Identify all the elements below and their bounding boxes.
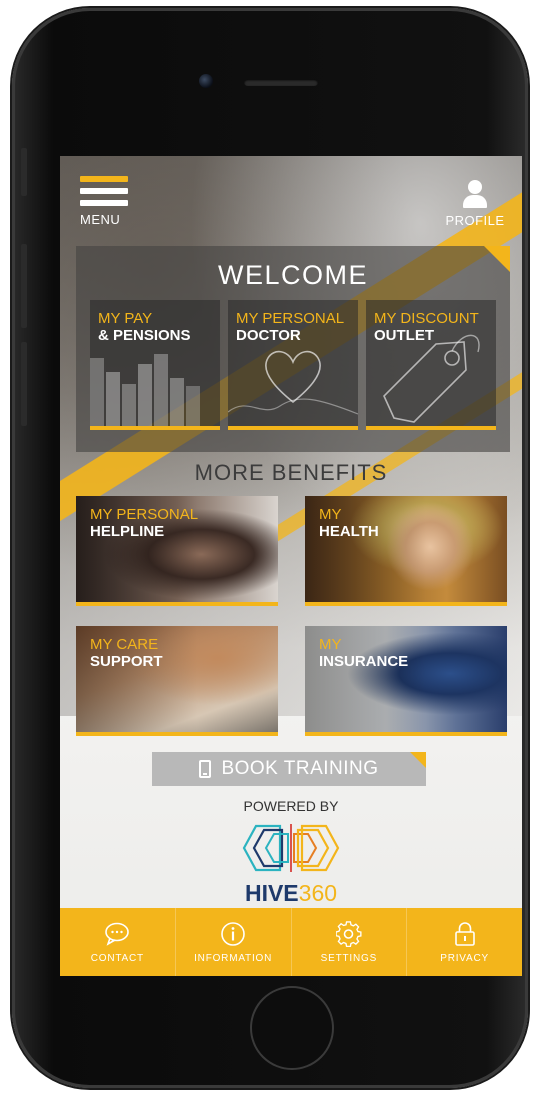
card-label-line2: HEALTH xyxy=(319,523,379,540)
card-label-line1: MY CARE xyxy=(90,636,159,653)
profile-label: PROFILE xyxy=(445,213,505,228)
bottom-navigation: CONTACT INFORMATION SETTINGS PRIVACY xyxy=(60,908,522,976)
volume-up-button xyxy=(21,244,27,328)
front-camera xyxy=(199,74,213,88)
welcome-title: WELCOME xyxy=(217,260,368,290)
tile-label-line2: DOCTOR xyxy=(236,327,301,344)
menu-label: MENU xyxy=(80,212,121,227)
card-label-line2: INSURANCE xyxy=(319,653,409,670)
card-care-support[interactable]: MY CARE SUPPORT xyxy=(76,626,278,736)
card-health[interactable]: MY HEALTH xyxy=(305,496,507,606)
brand-name-part2: 360 xyxy=(298,880,338,906)
tile-label-line1: MY PAY xyxy=(98,310,153,327)
card-label-line2: SUPPORT xyxy=(90,653,163,670)
hamburger-menu-icon xyxy=(80,176,130,206)
menu-button[interactable]: MENU xyxy=(80,176,130,232)
tile-label-line1: MY PERSONAL xyxy=(236,310,345,327)
tile-discount-outlet[interactable]: MY DISCOUNT OUTLET xyxy=(366,300,496,430)
tile-pay-pensions[interactable]: MY PAY & PENSIONS xyxy=(90,300,220,430)
hive360-logo-icon xyxy=(242,824,340,872)
card-label-line1: MY xyxy=(319,636,342,653)
profile-button[interactable]: PROFILE xyxy=(442,180,508,230)
brand-wordmark: HIVE360 xyxy=(60,880,522,907)
tile-label-line1: MY DISCOUNT xyxy=(374,310,479,327)
chat-bubble-icon xyxy=(105,922,130,946)
nav-contact[interactable]: CONTACT xyxy=(60,908,176,976)
powered-by-text: POWERED BY xyxy=(243,798,339,814)
mute-switch xyxy=(21,148,27,196)
card-label-line2: HELPLINE xyxy=(90,523,165,540)
nav-label: CONTACT xyxy=(90,952,144,964)
card-label-line1: MY xyxy=(319,506,342,523)
card-insurance[interactable]: MY INSURANCE xyxy=(305,626,507,736)
brand-name-part1: HIVE xyxy=(244,880,299,906)
mobile-phone-icon xyxy=(199,760,212,778)
user-icon xyxy=(463,180,487,208)
volume-down-button xyxy=(21,342,27,426)
book-training-label: BOOK TRAINING xyxy=(221,758,379,779)
more-benefits-heading: MORE BENEFITS xyxy=(194,460,388,485)
earpiece-speaker xyxy=(244,79,318,86)
phone-frame: MENU PROFILE WELCOME MY PAY & PENSIONS M… xyxy=(12,8,528,1088)
card-personal-helpline[interactable]: MY PERSONAL HELPLINE xyxy=(76,496,278,606)
card-label-line1: MY PERSONAL xyxy=(90,506,199,523)
info-icon xyxy=(221,921,245,946)
nav-label: INFORMATION xyxy=(194,952,273,964)
book-training-button[interactable]: BOOK TRAINING xyxy=(152,752,426,786)
lock-icon xyxy=(454,921,475,946)
tile-label-line2: OUTLET xyxy=(374,327,434,344)
home-button[interactable] xyxy=(250,986,334,1070)
tile-personal-doctor[interactable]: MY PERSONAL DOCTOR xyxy=(228,300,358,430)
nav-privacy[interactable]: PRIVACY xyxy=(407,908,522,976)
nav-label: PRIVACY xyxy=(440,952,489,964)
nav-label: SETTINGS xyxy=(320,952,378,964)
welcome-panel: WELCOME MY PAY & PENSIONS MY PERSONAL DO… xyxy=(76,246,510,452)
nav-information[interactable]: INFORMATION xyxy=(176,908,292,976)
tile-label-line2: & PENSIONS xyxy=(98,327,191,344)
gear-icon xyxy=(335,920,362,947)
app-screen: MENU PROFILE WELCOME MY PAY & PENSIONS M… xyxy=(60,156,522,976)
nav-settings[interactable]: SETTINGS xyxy=(292,908,408,976)
